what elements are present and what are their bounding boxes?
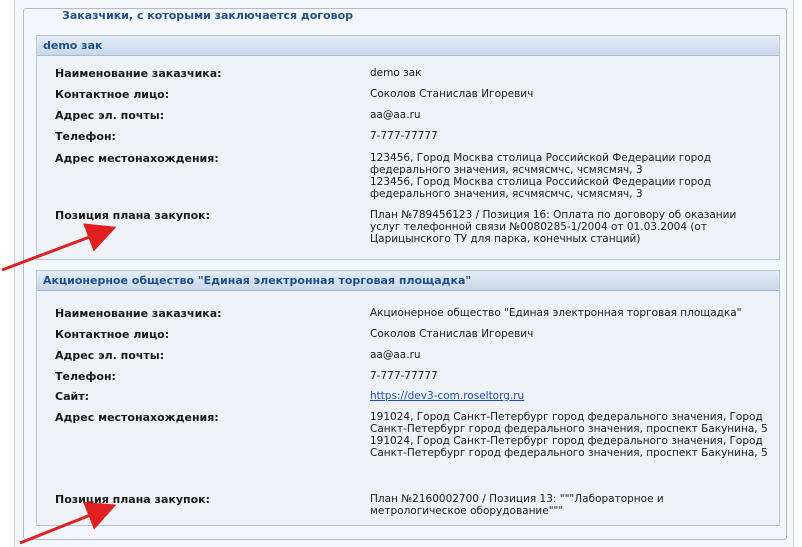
email-value: aa@aa.ru bbox=[370, 109, 421, 121]
field-label: Телефон: bbox=[55, 370, 116, 383]
purchase-plan-value: План №2160002700 / Позиция 13: """Лабора… bbox=[370, 493, 664, 517]
field-label: Телефон: bbox=[55, 130, 116, 143]
website-link[interactable]: https://dev3-com.roseltorg.ru bbox=[370, 390, 524, 402]
field-label: Позиция плана закупок: bbox=[55, 209, 211, 222]
phone-value: 7-777-77777 bbox=[370, 370, 438, 382]
fieldset-legend: Заказчики, с которыми заключается догово… bbox=[58, 9, 358, 23]
customer-name-value: demo зак bbox=[370, 67, 422, 79]
phone-value: 7-777-77777 bbox=[370, 130, 438, 142]
field-label: Наименование заказчика: bbox=[55, 307, 222, 320]
customer-name-value: Акционерное общество "Единая электронная… bbox=[370, 307, 742, 319]
field-label: Контактное лицо: bbox=[55, 328, 170, 341]
field-label: Адрес местонахождения: bbox=[55, 152, 219, 165]
email-value: aa@aa.ru bbox=[370, 349, 421, 361]
purchase-plan-value: План №789456123 / Позиция 16: Оплата по … bbox=[370, 209, 737, 245]
address-value: 191024, Город Санкт-Петербург город феде… bbox=[370, 411, 768, 459]
field-label: Контактное лицо: bbox=[55, 88, 170, 101]
customer-panel-1: demo зак Наименование заказчика: demo за… bbox=[36, 35, 780, 260]
field-label: Наименование заказчика: bbox=[55, 67, 222, 80]
address-value: 123456, Город Москва столица Российской … bbox=[370, 152, 711, 200]
field-label: Адрес эл. почты: bbox=[55, 349, 165, 362]
customer-panel-2: Акционерное общество "Единая электронная… bbox=[36, 270, 780, 526]
customer-panel-header: Акционерное общество "Единая электронная… bbox=[37, 271, 779, 291]
contact-person-value: Соколов Станислав Игоревич bbox=[370, 328, 534, 340]
field-label: Адрес эл. почты: bbox=[55, 109, 165, 122]
field-label: Сайт: bbox=[55, 390, 89, 403]
customer-panel-header: demo зак bbox=[37, 36, 779, 56]
field-label: Адрес местонахождения: bbox=[55, 411, 219, 424]
contact-person-value: Соколов Станислав Игоревич bbox=[370, 88, 534, 100]
field-label: Позиция плана закупок: bbox=[55, 493, 211, 506]
